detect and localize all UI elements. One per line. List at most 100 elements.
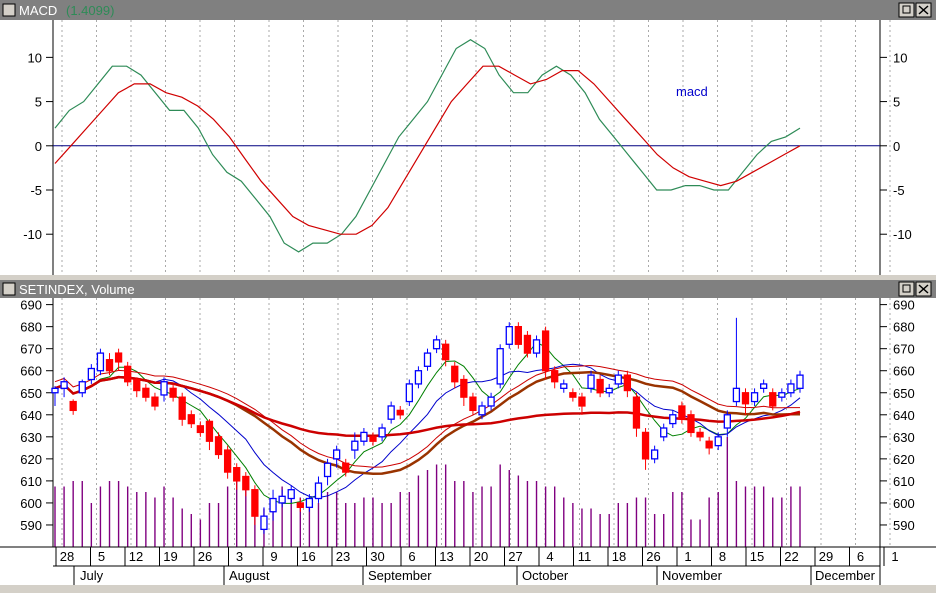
price-y-tick-label-right: 670	[893, 342, 915, 357]
candle-up	[51, 387, 59, 394]
x-month-label: October	[522, 568, 569, 583]
candle-up	[160, 381, 168, 396]
price-y-tick-label-right: 660	[893, 364, 915, 379]
price-y-tick-label: 610	[20, 474, 42, 489]
price-restore-button[interactable]	[898, 281, 915, 297]
candle-down	[541, 330, 550, 372]
x-day-label: 16	[301, 549, 315, 564]
candle-up	[487, 396, 495, 407]
candle-down	[342, 462, 350, 473]
price-y-tick-label: 690	[20, 298, 42, 313]
price-y-tick-label: 590	[20, 518, 42, 533]
macd-y-tick-label-right: 0	[893, 139, 900, 154]
candle-down	[114, 352, 123, 363]
candle-up	[587, 374, 595, 389]
macd-close-button[interactable]	[915, 2, 932, 18]
x-day-label: 1	[891, 549, 898, 564]
candle-down	[678, 405, 686, 420]
candle-up	[478, 405, 486, 416]
candle-up	[796, 374, 804, 389]
candle-down	[178, 396, 186, 420]
candle-up	[650, 449, 659, 460]
price-y-tick-label-right: 600	[893, 496, 915, 511]
candle-up	[560, 383, 568, 389]
candle-up	[778, 392, 786, 398]
macd-y-tick-label-right: -10	[893, 227, 912, 242]
candle-up	[405, 383, 413, 403]
macd-y-tick-label-right: -5	[893, 183, 905, 198]
x-day-label: 28	[60, 549, 74, 564]
x-day-label: 26	[646, 549, 660, 564]
x-day-label: 3	[236, 549, 243, 564]
x-day-label: 13	[439, 549, 453, 564]
x-day-label: 19	[163, 549, 177, 564]
candle-down	[396, 409, 404, 416]
candle-up	[360, 431, 368, 442]
price-y-tick-label-right: 690	[893, 298, 915, 313]
candle-down	[451, 365, 459, 383]
x-month-label: August	[229, 568, 270, 583]
price-y-tick-label-right: 640	[893, 408, 915, 423]
candle-up	[669, 414, 677, 425]
candle-down	[233, 467, 241, 482]
candle-down	[142, 387, 150, 398]
price-y-tick-label: 600	[20, 496, 42, 511]
candle-down	[696, 431, 704, 438]
price-y-tick-label: 670	[20, 342, 42, 357]
candle-down	[242, 475, 250, 491]
status-strip	[0, 585, 936, 593]
x-day-label: 9	[270, 549, 277, 564]
candle-down	[741, 392, 750, 405]
x-day-label: 6	[408, 549, 415, 564]
candle-up	[78, 381, 86, 394]
candle-up	[787, 383, 795, 394]
macd-title-bar	[0, 0, 936, 20]
candle-down	[523, 334, 532, 354]
x-day-label: 11	[578, 549, 592, 564]
candle-up	[260, 515, 268, 531]
x-month-label: December	[815, 568, 876, 583]
candle-down	[105, 359, 114, 372]
candle-up	[387, 405, 395, 420]
price-close-button[interactable]	[915, 281, 932, 297]
candle-down	[196, 425, 205, 434]
x-day-label: 6	[857, 549, 864, 564]
candle-down	[187, 414, 195, 425]
candle-up	[287, 489, 295, 500]
macd-restore-button[interactable]	[898, 2, 915, 18]
candle-up	[423, 352, 432, 367]
macd-y-tick-label: 10	[28, 50, 42, 65]
candle-down	[151, 396, 159, 407]
x-day-label: 18	[612, 549, 626, 564]
candle-down	[460, 378, 468, 398]
candle-up	[505, 325, 513, 345]
candle-up	[614, 374, 622, 385]
candle-up	[351, 440, 359, 451]
candle-up	[760, 383, 768, 389]
macd-y-tick-label: 0	[35, 139, 42, 154]
candle-up	[278, 495, 286, 504]
candle-up	[323, 462, 332, 478]
pane-icon	[2, 282, 16, 296]
candle-up	[714, 436, 722, 447]
macd-pane-value: (1.4099)	[66, 3, 114, 18]
candle-down	[641, 431, 650, 460]
candle-up	[605, 387, 613, 394]
candle-up	[314, 482, 323, 500]
candle-up	[96, 352, 105, 372]
x-day-label: 22	[784, 549, 798, 564]
candle-up	[660, 427, 668, 438]
price-y-tick-label: 640	[20, 408, 42, 423]
x-day-label: 4	[546, 549, 553, 564]
macd-y-tick-label: -5	[30, 183, 42, 198]
x-month-label: July	[80, 568, 104, 583]
candle-down	[469, 396, 477, 412]
candle-down	[442, 343, 450, 361]
price-y-tick-label-right: 650	[893, 386, 915, 401]
x-day-label: 29	[819, 549, 833, 564]
x-day-label: 5	[98, 549, 105, 564]
price-y-tick-label: 630	[20, 430, 42, 445]
price-y-tick-label-right: 630	[893, 430, 915, 445]
candle-down	[578, 396, 586, 407]
candle-up	[432, 339, 441, 350]
